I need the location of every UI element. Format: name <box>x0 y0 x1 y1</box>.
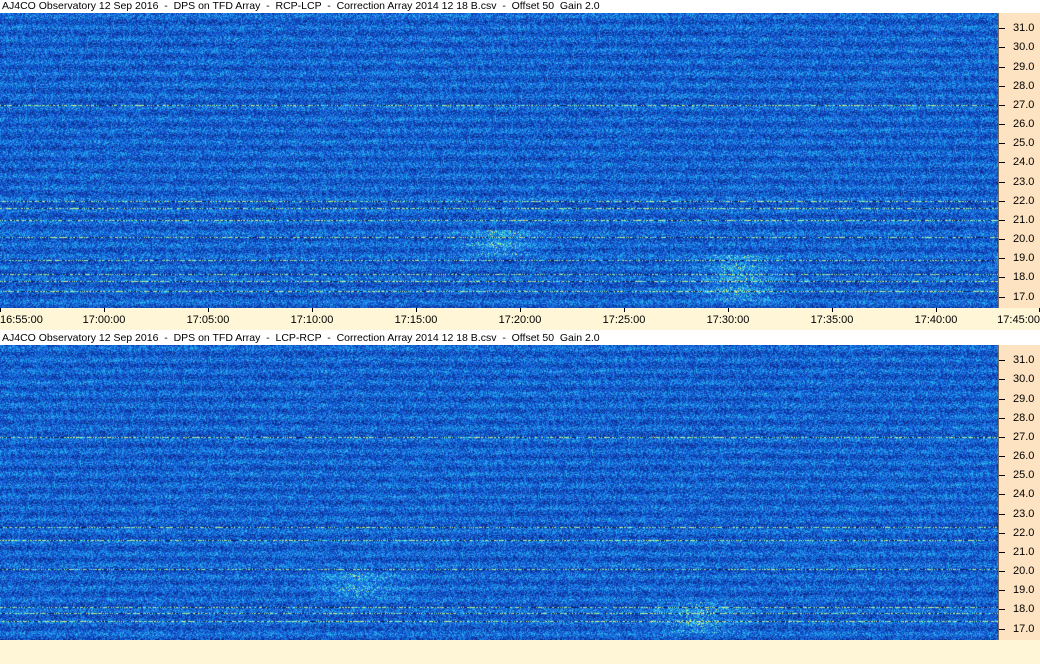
x-tick <box>208 308 209 312</box>
x-tick <box>728 308 729 312</box>
y-tick <box>999 124 1005 126</box>
y-tick <box>999 277 1005 279</box>
y-tick-label: 19.0 <box>1013 584 1035 597</box>
y-tick-label: 24.0 <box>1013 156 1035 169</box>
y-tick-label: 23.0 <box>1013 175 1035 188</box>
y-tick-label: 21.0 <box>1013 213 1035 226</box>
y-tick <box>999 47 1005 49</box>
y-tick-label: 18.0 <box>1013 271 1035 284</box>
x-tick-label: 17:10:00 <box>290 314 334 326</box>
y-tick <box>999 436 1005 438</box>
x-tick-label: 17:25:00 <box>602 314 646 326</box>
x-tick <box>624 308 625 312</box>
y-tick-label: 31.0 <box>1013 22 1035 35</box>
y-tick-label: 30.0 <box>1013 373 1035 386</box>
x-tick-label: 16:55:00 <box>0 314 43 326</box>
y-tick-label: 17.0 <box>1013 290 1035 303</box>
frequency-axis-top: 31.0 30.0 29.0 28.0 27.0 26.0 25.0 24.0 23.0 22.0… <box>998 13 1040 308</box>
y-tick <box>999 494 1005 496</box>
x-tick-label: 17:05:00 <box>186 314 230 326</box>
y-tick <box>999 104 1005 106</box>
spectrogram-title-top: AJ4CO Observatory 12 Sep 2016 - DPS on T… <box>0 0 1000 13</box>
y-tick-label: 20.0 <box>1013 233 1035 246</box>
x-tick-label: 17:40:00 <box>914 314 958 326</box>
x-tick <box>520 308 521 312</box>
y-tick <box>999 200 1005 202</box>
y-tick <box>999 360 1005 362</box>
y-tick <box>999 475 1005 477</box>
y-tick <box>999 571 1005 573</box>
y-tick-label: 27.0 <box>1013 430 1035 443</box>
y-tick <box>999 239 1005 241</box>
y-tick <box>999 398 1005 400</box>
x-tick <box>312 308 313 312</box>
x-tick <box>936 308 937 312</box>
x-tick-label: 17:00:00 <box>82 314 126 326</box>
y-tick <box>999 219 1005 221</box>
x-tick-label: 17:30:00 <box>706 314 750 326</box>
x-tick <box>0 308 1 312</box>
y-tick-label: 18.0 <box>1013 603 1035 616</box>
spectrogram-heatmap-top <box>0 13 998 308</box>
spectrogram-heatmap-bottom <box>0 345 998 640</box>
x-tick <box>832 308 833 312</box>
y-tick-label: 30.0 <box>1013 41 1035 54</box>
y-tick <box>999 532 1005 534</box>
y-tick <box>999 181 1005 183</box>
spectrogram-plot-bottom <box>0 345 998 640</box>
y-tick <box>999 143 1005 145</box>
y-tick-label: 19.0 <box>1013 252 1035 265</box>
y-tick <box>999 28 1005 30</box>
y-tick-label: 21.0 <box>1013 545 1035 558</box>
y-tick <box>999 628 1005 630</box>
y-tick-label: 27.0 <box>1013 98 1035 111</box>
spectrogram-title-bottom: AJ4CO Observatory 12 Sep 2016 - DPS on T… <box>0 332 1000 345</box>
y-tick <box>999 417 1005 419</box>
y-tick-label: 25.0 <box>1013 137 1035 150</box>
y-tick <box>999 551 1005 553</box>
spectrogram-plot-top <box>0 13 998 308</box>
y-tick-label: 24.0 <box>1013 488 1035 501</box>
y-tick-label: 28.0 <box>1013 79 1035 92</box>
y-tick <box>999 162 1005 164</box>
y-tick <box>999 379 1005 381</box>
y-tick-label: 23.0 <box>1013 507 1035 520</box>
x-tick-label: 17:20:00 <box>498 314 542 326</box>
y-tick <box>999 296 1005 298</box>
x-tick-label: 17:35:00 <box>810 314 854 326</box>
y-tick-label: 29.0 <box>1013 392 1035 405</box>
x-tick <box>104 308 105 312</box>
y-tick-label: 29.0 <box>1013 60 1035 73</box>
x-tick-label: 17:45:00 <box>997 314 1040 326</box>
y-tick-label: 22.0 <box>1013 526 1035 539</box>
time-axis-top: 16:55:00 17:00:00 17:05:00 17:10:00 17:15:00… <box>0 308 1040 330</box>
y-tick-label: 26.0 <box>1013 450 1035 463</box>
y-tick-label: 31.0 <box>1013 354 1035 367</box>
y-tick <box>999 590 1005 592</box>
y-tick-label: 25.0 <box>1013 469 1035 482</box>
frequency-axis-bottom: 31.0 30.0 29.0 28.0 27.0 26.0 25.0 24.0 23.0 22.0… <box>998 345 1040 640</box>
y-tick-label: 20.0 <box>1013 565 1035 578</box>
x-tick-label: 17:15:00 <box>394 314 438 326</box>
y-tick <box>999 609 1005 611</box>
x-tick <box>416 308 417 312</box>
y-tick-label: 26.0 <box>1013 118 1035 131</box>
y-tick-label: 17.0 <box>1013 622 1035 635</box>
y-tick <box>999 258 1005 260</box>
y-tick <box>999 66 1005 68</box>
y-tick <box>999 513 1005 515</box>
time-axis-bottom <box>0 640 1040 664</box>
y-tick <box>999 85 1005 87</box>
y-tick-label: 28.0 <box>1013 411 1035 424</box>
y-tick-label: 22.0 <box>1013 194 1035 207</box>
y-tick <box>999 456 1005 458</box>
